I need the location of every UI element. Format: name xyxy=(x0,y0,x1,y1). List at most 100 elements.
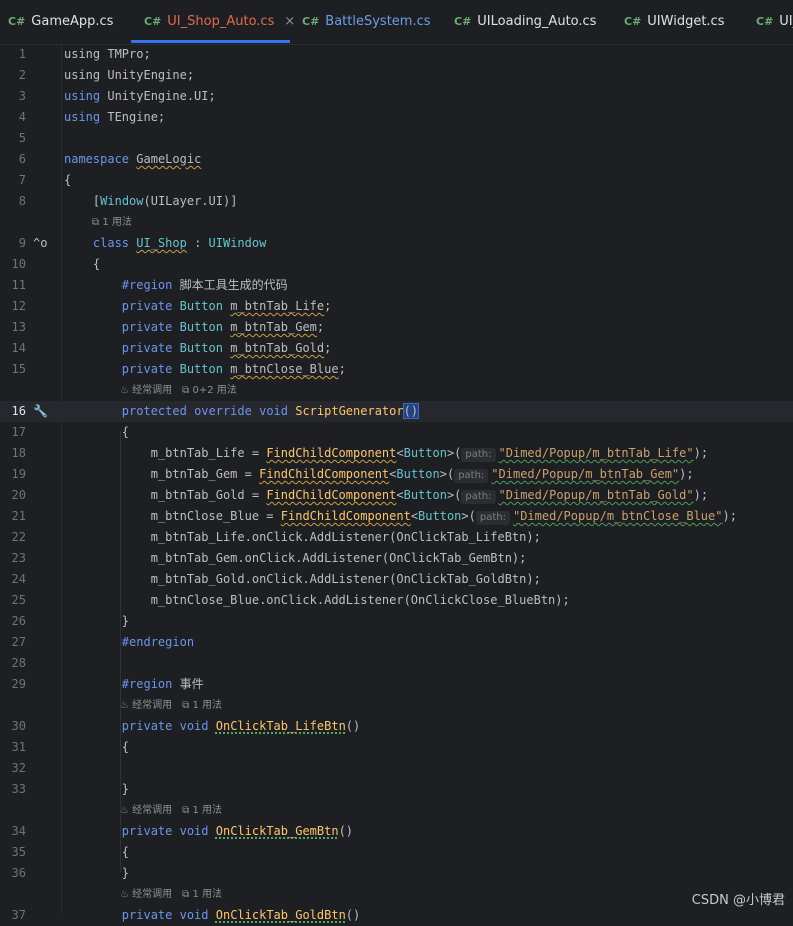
code-text: private Button m_btnClose_Blue; xyxy=(121,362,346,376)
flame-icon: ♨ xyxy=(120,805,129,816)
line-number: 20 xyxy=(11,488,26,502)
code-text: m_btnTab_Life = FindChildComponent<Butto… xyxy=(150,446,709,462)
line-number: 33 xyxy=(11,782,26,796)
code-text: m_btnTab_Gem = FindChildComponent<Button… xyxy=(150,467,694,483)
code-text: m_btnTab_Gold.onClick.AddListener(OnClic… xyxy=(150,572,541,586)
code-text: private Button m_btnTab_Life; xyxy=(121,299,332,313)
code-text: private void OnClickTab_GoldBtn() xyxy=(121,908,361,922)
code-line: 34 private void OnClickTab_GemBtn() xyxy=(0,821,793,842)
code-line: 21 m_btnClose_Blue = FindChildComponent<… xyxy=(0,506,793,527)
code-line: 36 } xyxy=(0,863,793,884)
code-text: using UnityEngine.UI; xyxy=(64,89,216,103)
code-line: 29 #region 事件 xyxy=(0,674,793,695)
editor-tab-bar: C# GameApp.cs C# UI_Shop_Auto.cs × C# Battle… xyxy=(0,0,793,45)
code-text: m_btnClose_Blue = FindChildComponent<But… xyxy=(150,509,737,525)
csdn-watermark: CSDN @小博君 xyxy=(691,893,785,908)
line-number: 23 xyxy=(11,551,26,565)
line-number: 9 xyxy=(18,236,26,250)
code-text: #region 脚本工具生成的代码 xyxy=(121,278,288,292)
line-number: 10 xyxy=(11,257,26,271)
line-number: 12 xyxy=(11,299,26,313)
line-number: 32 xyxy=(11,761,26,775)
line-number: 21 xyxy=(11,509,26,523)
code-line: 13 private Button m_btnTab_Gem; xyxy=(0,317,793,338)
line-number: 24 xyxy=(11,572,26,586)
code-text: [Window(UILayer.UI)] xyxy=(92,194,238,208)
tab-uiwidget[interactable]: C# UIWidget.cs xyxy=(624,0,724,44)
code-line: 9 ^o class UI_Shop : UIWindow xyxy=(0,233,793,254)
line-number: 2 xyxy=(18,68,26,82)
line-number: 35 xyxy=(11,845,26,859)
line-number: 4 xyxy=(18,110,26,124)
close-tab-icon[interactable]: × xyxy=(284,14,295,29)
code-line: 20 m_btnTab_Gold = FindChildComponent<Bu… xyxy=(0,485,793,506)
code-line: 37 private void OnClickTab_GoldBtn() xyxy=(0,905,793,926)
active-tab-indicator xyxy=(131,40,290,43)
tab-gameapp[interactable]: C# GameApp.cs xyxy=(8,0,113,44)
line-number: 22 xyxy=(11,530,26,544)
code-text: } xyxy=(121,782,130,796)
line-number: 7 xyxy=(18,173,26,187)
implementation-gutter-icon[interactable]: ^o xyxy=(33,233,47,254)
codelens-hint[interactable]: ♨ 经常调用 ⧉ 0+2 用法 xyxy=(120,380,237,401)
tab-ui-shop-auto[interactable]: C# UI_Shop_Auto.cs × xyxy=(144,0,295,44)
tab-uiloading-auto[interactable]: C# UILoading_Auto.cs xyxy=(454,0,596,44)
code-text: private void OnClickTab_LifeBtn() xyxy=(121,719,361,733)
code-text: private void OnClickTab_GemBtn() xyxy=(121,824,354,838)
code-line: 22 m_btnTab_Life.onClick.AddListener(OnC… xyxy=(0,527,793,548)
line-number: 34 xyxy=(11,824,26,838)
line-number: 11 xyxy=(11,278,26,292)
tab-battlesystem[interactable]: C# BattleSystem.cs xyxy=(302,0,431,44)
tab-label: UILoading_Auto.cs xyxy=(477,14,597,29)
codelens-hint[interactable]: ♨ 经常调用 ⧉ 1 用法 xyxy=(120,695,222,716)
line-number: 18 xyxy=(11,446,26,460)
usages-icon: ⧉ xyxy=(92,217,100,228)
code-line: 4 using TEngine; xyxy=(0,107,793,128)
code-text: using TMPro; xyxy=(64,47,151,61)
code-editor[interactable]: 1 using TMPro; 2 using UnityEngine; 3 us… xyxy=(0,44,793,922)
code-text: } xyxy=(121,866,130,880)
flame-icon: ♨ xyxy=(120,385,129,396)
line-number: 14 xyxy=(11,341,26,355)
line-number: 28 xyxy=(11,656,26,670)
code-text: m_btnClose_Blue.onClick.AddListener(OnCl… xyxy=(150,593,570,607)
line-number: 30 xyxy=(11,719,26,733)
line-number: 6 xyxy=(18,152,26,166)
csharp-file-icon: C# xyxy=(756,15,774,28)
code-text: using UnityEngine; xyxy=(64,68,195,82)
codelens-hint[interactable]: ♨ 经常调用 ⧉ 1 用法 xyxy=(120,884,222,905)
code-line: 15 private Button m_btnClose_Blue; xyxy=(0,359,793,380)
code-line: 30 private void OnClickTab_LifeBtn() xyxy=(0,716,793,737)
code-line: 7 { xyxy=(0,170,793,191)
line-number: 25 xyxy=(11,593,26,607)
codelens-hint[interactable]: ⧉ 1 用法 xyxy=(92,212,132,233)
csharp-file-icon: C# xyxy=(144,15,162,28)
code-line: 32 xyxy=(0,758,793,779)
code-text: namespace GameLogic xyxy=(64,152,202,166)
csharp-file-icon: C# xyxy=(8,15,26,28)
code-line: 28 xyxy=(0,653,793,674)
parameter-hint: path: xyxy=(454,469,489,483)
code-text: { xyxy=(92,257,101,271)
line-number: 1 xyxy=(18,47,26,61)
code-text: { xyxy=(121,845,130,859)
code-line: 5 xyxy=(0,128,793,149)
codelens-hint[interactable]: ♨ 经常调用 ⧉ 1 用法 xyxy=(120,800,222,821)
code-line: 3 using UnityEngine.UI; xyxy=(0,86,793,107)
code-line: 27 #endregion xyxy=(0,632,793,653)
code-text: private Button m_btnTab_Gem; xyxy=(121,320,325,334)
code-line: 10 { xyxy=(0,254,793,275)
line-number: 8 xyxy=(18,194,26,208)
line-number: 5 xyxy=(18,131,26,145)
line-number: 27 xyxy=(11,635,26,649)
code-line: 2 using UnityEngine; xyxy=(0,65,793,86)
tab-label: UIWidget.cs xyxy=(647,14,725,29)
parameter-hint: path: xyxy=(475,511,510,525)
line-number: 13 xyxy=(11,320,26,334)
tab-label: GameApp.cs xyxy=(31,14,114,29)
tab-ui-partial[interactable]: C# UI_ xyxy=(756,0,793,44)
wrench-icon[interactable]: 🔧 xyxy=(33,401,48,422)
code-line: 17 { xyxy=(0,422,793,443)
code-text: { xyxy=(121,425,130,439)
code-line: 12 private Button m_btnTab_Life; xyxy=(0,296,793,317)
